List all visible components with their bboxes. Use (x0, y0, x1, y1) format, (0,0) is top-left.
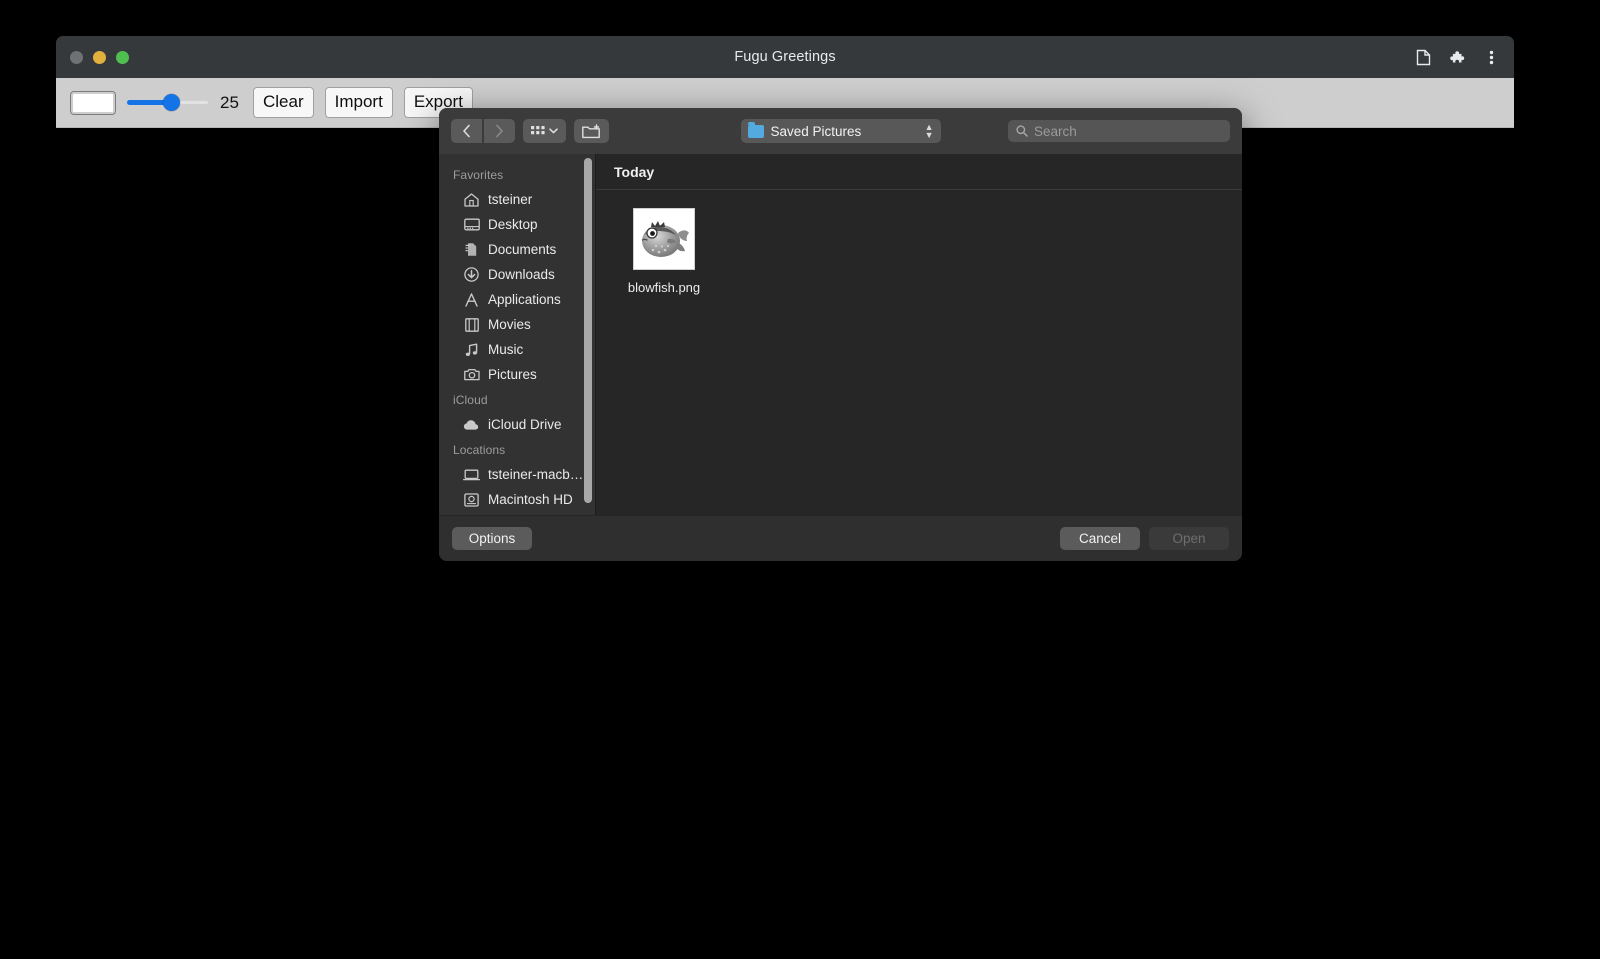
maximize-window-button[interactable] (116, 50, 129, 64)
slider-knob[interactable] (163, 94, 181, 111)
stepper-icon: ▲ ▼ (924, 122, 934, 140)
sidebar-item-movies[interactable]: Movies (439, 312, 595, 337)
music-icon (463, 341, 480, 358)
new-folder-icon (582, 123, 600, 138)
sidebar-item-label: Applications (488, 292, 561, 307)
sidebar-item-label: Macintosh HD (488, 492, 573, 507)
dialog-sidebar: Favorites tsteiner Desktop Documents Dow… (439, 154, 595, 515)
sidebar-item-label: Downloads (488, 267, 555, 282)
home-icon (463, 191, 480, 208)
navigation-buttons (451, 119, 515, 143)
title-bar-actions (1408, 42, 1506, 72)
laptop-icon (463, 466, 480, 483)
path-popup-button[interactable]: Saved Pictures ▲ ▼ (740, 119, 941, 143)
traffic-lights (70, 50, 129, 64)
new-folder-button[interactable] (574, 119, 609, 143)
back-button[interactable] (451, 119, 482, 143)
sidebar-item-tsteiner-macbook[interactable]: tsteiner-macb… (439, 462, 595, 487)
brush-size-slider[interactable] (127, 93, 209, 113)
grid-view-icon (531, 125, 545, 134)
close-window-button[interactable] (70, 50, 83, 64)
sidebar-item-icloud-drive[interactable]: iCloud Drive (439, 412, 595, 437)
window-title: Fugu Greetings (734, 49, 836, 65)
section-header-today: Today (596, 154, 1242, 190)
options-button[interactable]: Options (452, 527, 532, 550)
clear-button[interactable]: Clear (253, 87, 314, 118)
downloads-icon (463, 266, 480, 283)
sidebar-item-downloads[interactable]: Downloads (439, 262, 595, 287)
view-mode-button[interactable] (523, 119, 566, 143)
dialog-toolbar: Saved Pictures ▲ ▼ Search (439, 108, 1242, 154)
footer-actions: Cancel Open (1060, 527, 1229, 550)
dialog-footer: Options Cancel Open (439, 515, 1242, 561)
sidebar-item-label: tsteiner-macb… (488, 467, 584, 482)
search-icon (1016, 125, 1028, 137)
file-open-dialog: Saved Pictures ▲ ▼ Search Favorites tste… (439, 108, 1242, 561)
page-icon[interactable] (1408, 42, 1438, 72)
color-picker-swatch[interactable] (70, 90, 116, 115)
blowfish-thumbnail (633, 208, 695, 270)
sidebar-group-locations-title: Locations (453, 443, 506, 457)
sidebar-item-macintosh-hd[interactable]: Macintosh HD (439, 487, 595, 512)
search-field[interactable]: Search (1008, 120, 1230, 142)
applications-icon (463, 291, 480, 308)
sidebar-item-documents[interactable]: Documents (439, 237, 595, 262)
sidebar-group-icloud-title: iCloud (453, 393, 488, 407)
sidebar-item-label: Documents (488, 242, 557, 257)
chevron-down-icon (549, 128, 558, 134)
extensions-icon[interactable] (1442, 42, 1472, 72)
sidebar-item-label: Pictures (488, 367, 537, 382)
sidebar-item-applications[interactable]: Applications (439, 287, 595, 312)
file-item[interactable]: blowfish.png (618, 208, 710, 295)
harddisk-icon (463, 491, 480, 508)
sidebar-item-label: Desktop (488, 217, 538, 232)
sidebar-item-pictures[interactable]: Pictures (439, 362, 595, 387)
dialog-file-list: Today blowfish.png (595, 154, 1242, 515)
browser-window: Fugu Greetings 25 Clear Import Export Sa… (56, 36, 1514, 865)
cloud-icon (463, 416, 480, 433)
sidebar-item-desktop[interactable]: Desktop (439, 212, 595, 237)
sidebar-item-label: Movies (488, 317, 531, 332)
sidebar-item-label: tsteiner (488, 192, 533, 207)
dialog-body: Favorites tsteiner Desktop Documents Dow… (439, 154, 1242, 515)
folder-icon (747, 121, 764, 138)
import-button[interactable]: Import (324, 87, 393, 118)
cancel-button[interactable]: Cancel (1060, 527, 1140, 550)
minimize-window-button[interactable] (93, 50, 106, 64)
forward-button[interactable] (484, 119, 515, 143)
sidebar-item-music[interactable]: Music (439, 337, 595, 362)
documents-icon (463, 241, 480, 258)
file-name-label: blowfish.png (627, 280, 701, 295)
open-button[interactable]: Open (1149, 527, 1229, 550)
movies-icon (463, 316, 480, 333)
files-grid: blowfish.png (596, 190, 1242, 515)
window-title-bar: Fugu Greetings (56, 36, 1514, 78)
sidebar-item-label: Music (488, 342, 524, 357)
sidebar-scrollbar[interactable] (584, 158, 592, 503)
sidebar-group-favorites-title: Favorites (453, 168, 504, 182)
sidebar-item-label: iCloud Drive (488, 417, 562, 432)
current-folder-label: Saved Pictures (770, 123, 862, 139)
sidebar-item-tsteiner[interactable]: tsteiner (439, 187, 595, 212)
pictures-icon (463, 366, 480, 383)
desktop-icon (463, 216, 480, 233)
more-menu-icon[interactable] (1476, 42, 1506, 72)
brush-size-value: 25 (220, 92, 239, 112)
search-placeholder: Search (1034, 123, 1077, 139)
